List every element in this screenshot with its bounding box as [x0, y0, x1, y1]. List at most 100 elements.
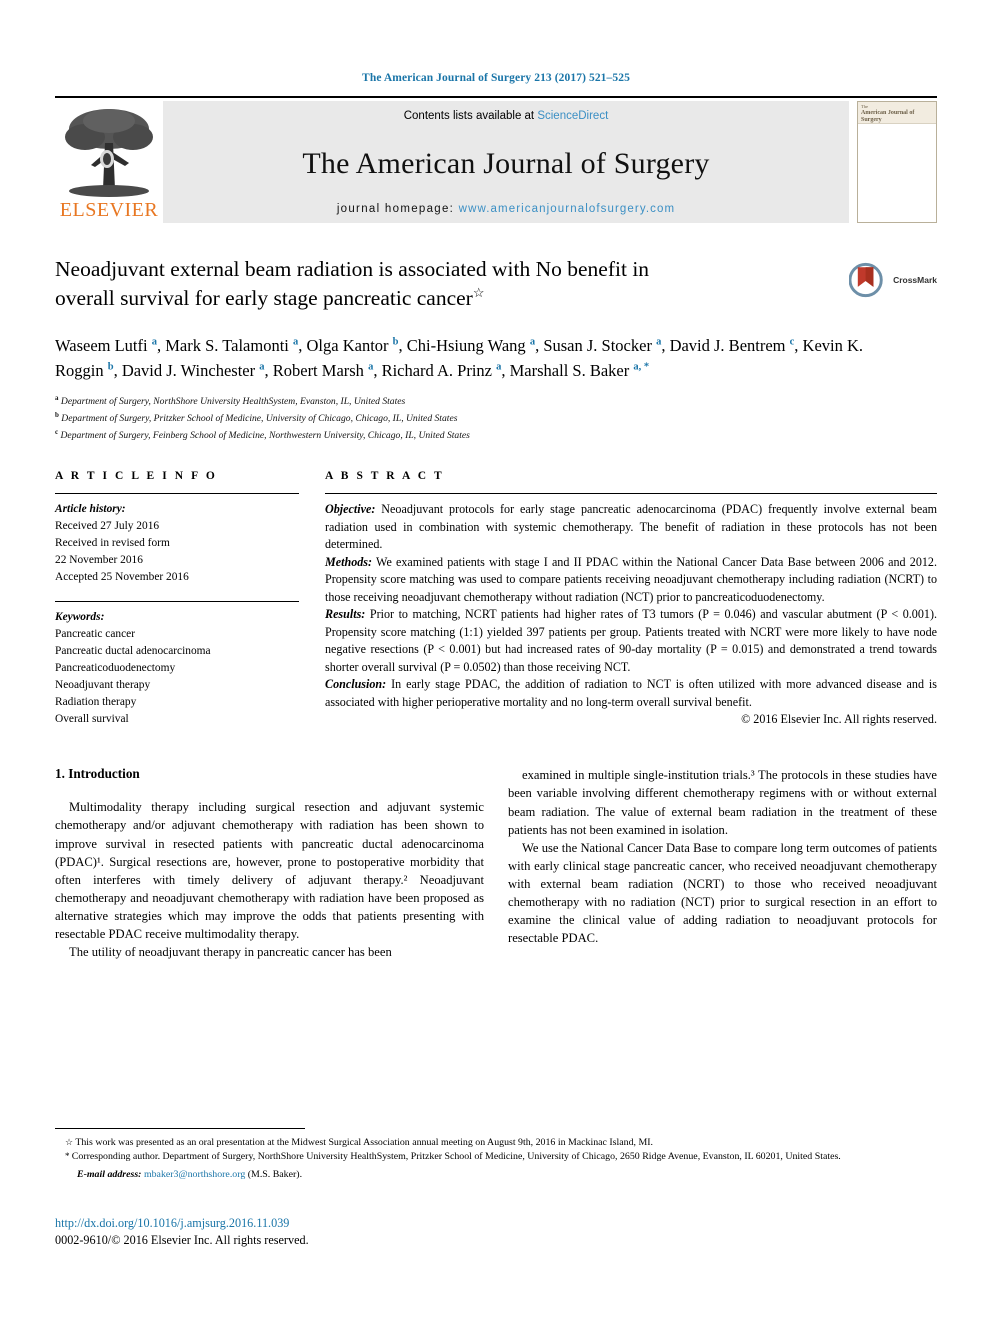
journal-title: The American Journal of Surgery [302, 146, 710, 180]
elsevier-tree-icon [65, 109, 153, 197]
journal-masthead: ELSEVIER Contents lists available at Sci… [55, 96, 937, 223]
email-label: E-mail address: [77, 1168, 142, 1180]
author-name: Richard A. Prinz [381, 360, 497, 380]
journal-homepage-line: journal homepage: www.americanjournalofs… [163, 203, 849, 215]
article-history-line: Received in revised form [55, 537, 170, 550]
crossmark-icon [849, 262, 883, 298]
contents-prefix: Contents lists available at [403, 110, 538, 122]
abstract-section-text: In early stage PDAC, the addition of rad… [325, 677, 937, 709]
author-name: Waseem Lutfi [55, 335, 152, 355]
introduction-heading: 1. Introduction [55, 766, 140, 782]
abstract-section-text: We examined patients with stage I and II… [325, 554, 937, 604]
crossmark-label: CrossMark [893, 275, 937, 285]
footnote-email: E-mail address: mbaker3@northshore.org (… [55, 1168, 945, 1182]
article-history-line: Accepted 25 November 2016 [55, 571, 189, 584]
author-name: David J. Winchester [121, 360, 260, 380]
body-column-right: examined in multiple single-institution … [508, 766, 937, 961]
article-history-label: Article history: [55, 503, 126, 516]
sciencedirect-link[interactable]: ScienceDirect [537, 110, 608, 122]
crossmark-badge[interactable]: CrossMark [849, 257, 937, 303]
author-affiliation-mark: c [789, 336, 795, 348]
abstract-section: Methods: We examined patients with stage… [325, 554, 937, 607]
abstract-heading: A B S T R A C T [325, 470, 445, 483]
title-block: Neoadjuvant external beam radiation is a… [55, 255, 937, 313]
abstract-section-text: Neoadjuvant protocols for early stage pa… [325, 502, 937, 552]
author-affiliation-mark: a [368, 361, 374, 373]
issn-copyright: 0002-9610/© 2016 Elsevier Inc. All right… [55, 1233, 309, 1247]
body-right-paragraphs: examined in multiple single-institution … [508, 766, 937, 947]
article-history-line: 22 November 2016 [55, 554, 143, 567]
title-line-1: Neoadjuvant external beam radiation is a… [55, 257, 650, 281]
author-name: Marshall S. Baker [509, 360, 634, 380]
author-name: Robert Marsh [272, 360, 369, 380]
author-name: David J. Bentrem [669, 335, 790, 355]
author-affiliation-mark: a, * [633, 361, 650, 373]
affiliation-item: b Department of Surgery, Pritzker School… [55, 410, 937, 427]
abstract-copyright: © 2016 Elsevier Inc. All rights reserved… [741, 712, 937, 727]
abstract-section: Objective: Neoadjuvant protocols for ear… [325, 501, 937, 554]
keywords-block: Keywords: Pancreatic cancer Pancreatic du… [55, 600, 299, 729]
body-paragraph: We use the National Cancer Data Base to … [508, 840, 937, 946]
keyword-item: Neoadjuvant therapy [55, 679, 151, 692]
body-column-left: 1. Introduction Multimodality therapy in… [55, 766, 484, 961]
author-list: Waseem Lutfi a, Mark S. Talamonti a, Olg… [55, 335, 864, 380]
elsevier-wordmark: ELSEVIER [59, 199, 159, 221]
abstract-section-label: Methods: [325, 554, 373, 569]
doi-link[interactable]: http://dx.doi.org/10.1016/j.amjsurg.2016… [55, 1216, 289, 1230]
abstract-section-label: Objective: [325, 502, 376, 517]
author-affiliation-mark: a [656, 336, 662, 348]
abstract-body: Objective: Neoadjuvant protocols for ear… [325, 501, 937, 711]
article-history-line: Received 27 July 2016 [55, 520, 160, 533]
body-paragraph: examined in multiple single-institution … [508, 768, 937, 837]
abstract-section-text: Prior to matching, NCRT patients had hig… [325, 607, 937, 674]
author-affiliation-mark: b [392, 336, 399, 348]
cover-title-small: The [861, 104, 868, 109]
title-footnote-marker: ☆ [472, 284, 485, 300]
page-title: Neoadjuvant external beam radiation is a… [55, 255, 845, 313]
info-abstract-row: A R T I C L E I N F O Article history: R… [55, 470, 937, 728]
abstract-column: A B S T R A C T Objective: Neoadjuvant p… [317, 470, 937, 728]
affiliation-item: a Department of Surgery, NorthShore Univ… [55, 393, 937, 410]
footnote-corresponding-marker: * [65, 1151, 72, 1162]
keyword-item: Pancreaticoduodenectomy [55, 661, 176, 674]
author-affiliation-mark: a [151, 336, 157, 348]
author-name: Chi-Hsiung Wang [406, 335, 530, 355]
email-owner: (M.S. Baker). [247, 1168, 303, 1180]
article-info-rule [55, 493, 299, 495]
author-name: Olga Kantor [306, 335, 393, 355]
contents-available-line: Contents lists available at ScienceDirec… [163, 110, 849, 122]
abstract-section: Conclusion: In early stage PDAC, the add… [325, 676, 937, 711]
keyword-item: Pancreatic ductal adenocarcinoma [55, 644, 211, 657]
author-affiliation-mark: a [293, 336, 299, 348]
keyword-item: Pancreatic cancer [55, 627, 135, 640]
article-body: 1. Introduction Multimodality therapy in… [55, 766, 937, 961]
journal-cover-thumbnail: The American Journal of Surgery [857, 101, 937, 223]
homepage-prefix: journal homepage: [336, 203, 459, 215]
author-affiliation-mark: a [529, 336, 536, 348]
cover-title-main: American Journal of Surgery [861, 109, 915, 124]
footnote-corresponding: * Corresponding author. Department of Su… [55, 1150, 945, 1164]
author-affiliation-mark: b [107, 361, 114, 373]
keywords-rule [55, 600, 299, 602]
footnote-star-text: This work was presented as an oral prese… [75, 1137, 653, 1148]
keywords-lines: Pancreatic cancer Pancreatic ductal adeno… [55, 626, 299, 729]
article-info-heading: A R T I C L E I N F O [55, 470, 218, 483]
masthead-center: Contents lists available at ScienceDirec… [163, 101, 849, 223]
footnote-star-marker: ☆ [65, 1137, 76, 1147]
abstract-section-label: Results: [325, 607, 366, 622]
footnote-rule [55, 1128, 305, 1129]
elsevier-logo: ELSEVIER [55, 101, 163, 223]
keywords-label: Keywords: [55, 610, 105, 623]
article-info-column: A R T I C L E I N F O Article history: R… [55, 470, 317, 728]
email-link[interactable]: mbaker3@northshore.org [144, 1169, 245, 1180]
masthead-top-rule [55, 96, 937, 98]
abstract-section-label: Conclusion: [325, 677, 387, 692]
author-name: Mark S. Talamonti [165, 335, 294, 355]
abstract-section: Results: Prior to matching, NCRT patient… [325, 606, 937, 676]
article-history-lines: Received 27 July 2016 Received in revised… [55, 518, 299, 586]
homepage-url-link[interactable]: www.americanjournalofsurgery.com [459, 203, 676, 215]
affiliation-item: c Department of Surgery, Feinberg School… [55, 427, 937, 444]
footnote-star: ☆ This work was presented as an oral pre… [55, 1136, 945, 1150]
footnote-block: ☆ This work was presented as an oral pre… [55, 1136, 945, 1182]
article-page: The American Journal of Surgery 213 (201… [0, 0, 992, 1323]
